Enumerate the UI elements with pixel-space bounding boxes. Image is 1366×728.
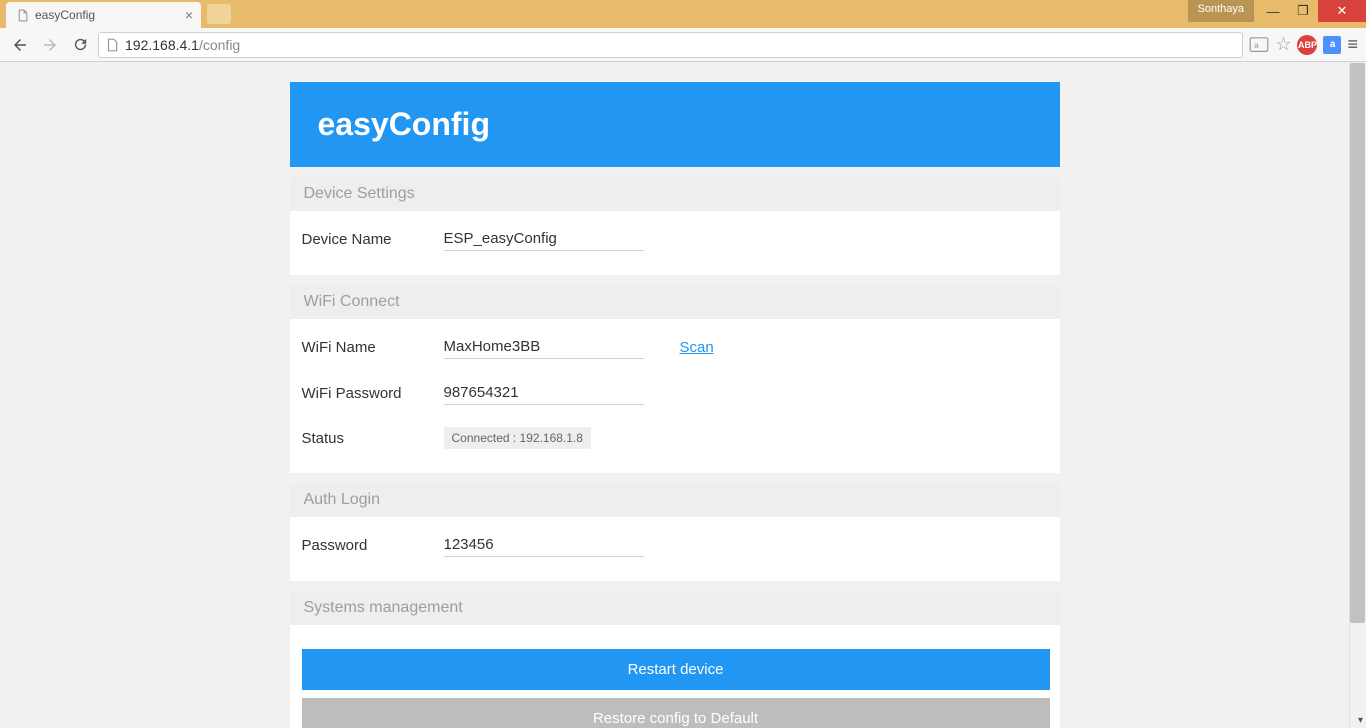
translate-page-icon[interactable]: a xyxy=(1249,37,1269,53)
section-header-wifi-connect: WiFi Connect xyxy=(290,285,1060,319)
url-path: /config xyxy=(199,37,240,53)
page-icon xyxy=(105,38,119,52)
arrow-right-icon xyxy=(41,36,59,54)
adblock-icon[interactable]: ABP xyxy=(1297,35,1317,55)
google-translate-icon[interactable]: a xyxy=(1323,36,1341,54)
wifi-password-label: WiFi Password xyxy=(302,385,444,402)
wifi-password-input[interactable] xyxy=(444,381,644,405)
chrome-menu-icon[interactable]: ≡ xyxy=(1347,34,1358,55)
browser-tabbar: easyConfig × xyxy=(0,0,1366,28)
page-content: easyConfig Device Settings Device Name W… xyxy=(0,62,1349,728)
svg-text:a: a xyxy=(1255,41,1260,50)
back-button[interactable] xyxy=(8,33,32,57)
systems-management-form: Restart device Restore config to Default… xyxy=(290,625,1060,728)
wifi-status-badge: Connected : 192.168.1.8 xyxy=(444,427,591,449)
reload-button[interactable] xyxy=(68,33,92,57)
window-maximize-button[interactable]: ❐ xyxy=(1288,0,1318,22)
wifi-name-label: WiFi Name xyxy=(302,339,444,356)
section-header-auth-login: Auth Login xyxy=(290,483,1060,517)
device-name-row: Device Name xyxy=(302,227,1048,251)
auth-password-row: Password xyxy=(302,533,1048,557)
restore-default-button[interactable]: Restore config to Default xyxy=(302,698,1050,728)
forward-button[interactable] xyxy=(38,33,62,57)
scrollbar-thumb[interactable] xyxy=(1350,63,1365,623)
new-tab-button[interactable] xyxy=(207,4,231,24)
section-header-device-settings: Device Settings xyxy=(290,177,1060,211)
url-omnibox[interactable]: 192.168.4.1/config xyxy=(98,32,1243,58)
browser-viewport: easyConfig Device Settings Device Name W… xyxy=(0,62,1366,728)
toolbar-right-icons: a ☆ ABP a ≡ xyxy=(1249,34,1358,55)
file-icon xyxy=(16,9,29,22)
url-host: 192.168.4.1 xyxy=(125,37,199,53)
scroll-arrow-down-icon[interactable]: ▾ xyxy=(1358,715,1363,726)
auth-password-input[interactable] xyxy=(444,533,644,557)
wifi-connect-form: WiFi Name Scan WiFi Password Status Conn… xyxy=(290,319,1060,473)
wifi-name-input[interactable] xyxy=(444,335,644,359)
chrome-user-badge[interactable]: Sonthaya xyxy=(1188,0,1254,22)
wifi-password-row: WiFi Password xyxy=(302,381,1048,405)
window-minimize-button[interactable]: — xyxy=(1258,0,1288,22)
auth-password-label: Password xyxy=(302,537,444,554)
page-title: easyConfig xyxy=(318,106,1032,143)
auth-login-form: Password xyxy=(290,517,1060,581)
tab-title: easyConfig xyxy=(35,8,95,22)
wifi-status-label: Status xyxy=(302,430,444,447)
device-name-input[interactable] xyxy=(444,227,644,251)
wifi-status-row: Status Connected : 192.168.1.8 xyxy=(302,427,1048,449)
restart-device-button[interactable]: Restart device xyxy=(302,649,1050,690)
arrow-left-icon xyxy=(11,36,29,54)
window-controls: Sonthaya — ❐ ✕ xyxy=(1188,0,1366,22)
device-name-label: Device Name xyxy=(302,231,444,248)
device-settings-form: Device Name xyxy=(290,211,1060,275)
browser-tab[interactable]: easyConfig × xyxy=(6,2,201,28)
wifi-name-row: WiFi Name Scan xyxy=(302,335,1048,359)
vertical-scrollbar[interactable]: ▾ xyxy=(1349,62,1366,728)
tab-close-icon[interactable]: × xyxy=(185,7,193,23)
page-header: easyConfig xyxy=(290,82,1060,167)
browser-addressbar: 192.168.4.1/config a ☆ ABP a ≡ xyxy=(0,28,1366,62)
reload-icon xyxy=(72,36,89,53)
browser-chrome: easyConfig × Sonthaya — ❐ ✕ xyxy=(0,0,1366,28)
bookmark-star-icon[interactable]: ☆ xyxy=(1275,34,1291,55)
window-close-button[interactable]: ✕ xyxy=(1318,0,1366,22)
config-container: easyConfig Device Settings Device Name W… xyxy=(290,82,1060,728)
scan-link[interactable]: Scan xyxy=(680,339,714,356)
section-header-systems-management: Systems management xyxy=(290,591,1060,625)
